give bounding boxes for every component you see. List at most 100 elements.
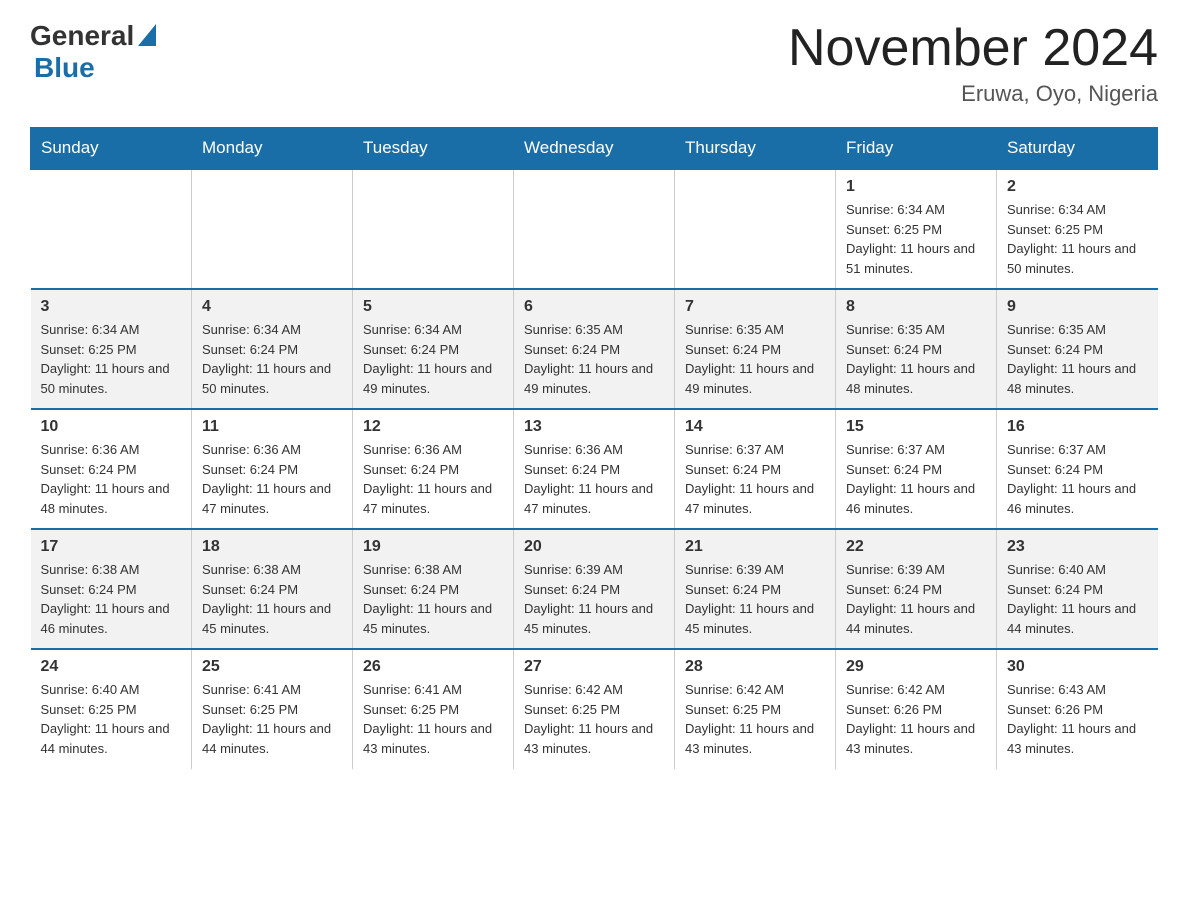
header-tuesday: Tuesday bbox=[353, 128, 514, 170]
calendar-body: 1 Sunrise: 6:34 AM Sunset: 6:25 PM Daylig… bbox=[31, 169, 1158, 769]
header-monday: Monday bbox=[192, 128, 353, 170]
day-number: 14 bbox=[685, 418, 825, 436]
day-info: Sunrise: 6:36 AM Sunset: 6:24 PM Dayligh… bbox=[363, 440, 503, 518]
day-info: Sunrise: 6:42 AM Sunset: 6:25 PM Dayligh… bbox=[524, 680, 664, 758]
day-info: Sunrise: 6:35 AM Sunset: 6:24 PM Dayligh… bbox=[1007, 320, 1148, 398]
calendar-week-row: 24 Sunrise: 6:40 AM Sunset: 6:25 PM Dayli… bbox=[31, 649, 1158, 769]
day-number: 21 bbox=[685, 538, 825, 556]
logo-text-general: General bbox=[30, 20, 134, 52]
day-info: Sunrise: 6:37 AM Sunset: 6:24 PM Dayligh… bbox=[685, 440, 825, 518]
day-info: Sunrise: 6:43 AM Sunset: 6:26 PM Dayligh… bbox=[1007, 680, 1148, 758]
day-number: 4 bbox=[202, 298, 342, 316]
day-info: Sunrise: 6:38 AM Sunset: 6:24 PM Dayligh… bbox=[41, 560, 182, 638]
calendar-cell: 23 Sunrise: 6:40 AM Sunset: 6:24 PM Dayli… bbox=[997, 529, 1158, 649]
calendar-cell bbox=[192, 169, 353, 289]
logo-triangle-icon bbox=[138, 24, 156, 46]
calendar-week-row: 1 Sunrise: 6:34 AM Sunset: 6:25 PM Daylig… bbox=[31, 169, 1158, 289]
day-info: Sunrise: 6:40 AM Sunset: 6:25 PM Dayligh… bbox=[41, 680, 182, 758]
day-number: 28 bbox=[685, 658, 825, 676]
calendar-cell: 4 Sunrise: 6:34 AM Sunset: 6:24 PM Daylig… bbox=[192, 289, 353, 409]
day-info: Sunrise: 6:35 AM Sunset: 6:24 PM Dayligh… bbox=[846, 320, 986, 398]
calendar-cell: 27 Sunrise: 6:42 AM Sunset: 6:25 PM Dayli… bbox=[514, 649, 675, 769]
calendar-cell: 20 Sunrise: 6:39 AM Sunset: 6:24 PM Dayli… bbox=[514, 529, 675, 649]
calendar-header: Sunday Monday Tuesday Wednesday Thursday… bbox=[31, 128, 1158, 170]
day-info: Sunrise: 6:38 AM Sunset: 6:24 PM Dayligh… bbox=[202, 560, 342, 638]
calendar-week-row: 17 Sunrise: 6:38 AM Sunset: 6:24 PM Dayli… bbox=[31, 529, 1158, 649]
day-number: 23 bbox=[1007, 538, 1148, 556]
day-info: Sunrise: 6:35 AM Sunset: 6:24 PM Dayligh… bbox=[685, 320, 825, 398]
calendar-cell bbox=[514, 169, 675, 289]
calendar-cell: 21 Sunrise: 6:39 AM Sunset: 6:24 PM Dayli… bbox=[675, 529, 836, 649]
day-number: 17 bbox=[41, 538, 182, 556]
day-number: 10 bbox=[41, 418, 182, 436]
day-info: Sunrise: 6:37 AM Sunset: 6:24 PM Dayligh… bbox=[846, 440, 986, 518]
day-info: Sunrise: 6:39 AM Sunset: 6:24 PM Dayligh… bbox=[846, 560, 986, 638]
calendar-cell: 2Sunrise: 6:34 AM Sunset: 6:25 PM Daylig… bbox=[997, 169, 1158, 289]
day-info: Sunrise: 6:40 AM Sunset: 6:24 PM Dayligh… bbox=[1007, 560, 1148, 638]
day-info: Sunrise: 6:41 AM Sunset: 6:25 PM Dayligh… bbox=[363, 680, 503, 758]
calendar-cell: 30 Sunrise: 6:43 AM Sunset: 6:26 PM Dayli… bbox=[997, 649, 1158, 769]
header-friday: Friday bbox=[836, 128, 997, 170]
day-info: Sunrise: 6:41 AM Sunset: 6:25 PM Dayligh… bbox=[202, 680, 342, 758]
day-number: 15 bbox=[846, 418, 986, 436]
header-saturday: Saturday bbox=[997, 128, 1158, 170]
day-info: Sunrise: 6:39 AM Sunset: 6:24 PM Dayligh… bbox=[685, 560, 825, 638]
calendar-cell: 1 Sunrise: 6:34 AM Sunset: 6:25 PM Daylig… bbox=[836, 169, 997, 289]
calendar-cell: 24 Sunrise: 6:40 AM Sunset: 6:25 PM Dayli… bbox=[31, 649, 192, 769]
calendar-cell: 18 Sunrise: 6:38 AM Sunset: 6:24 PM Dayli… bbox=[192, 529, 353, 649]
calendar-week-row: 3Sunrise: 6:34 AM Sunset: 6:25 PM Daylig… bbox=[31, 289, 1158, 409]
day-number: 30 bbox=[1007, 658, 1148, 676]
calendar-cell: 6Sunrise: 6:35 AM Sunset: 6:24 PM Daylig… bbox=[514, 289, 675, 409]
calendar-week-row: 10 Sunrise: 6:36 AM Sunset: 6:24 PM Dayli… bbox=[31, 409, 1158, 529]
day-number: 8 bbox=[846, 298, 986, 316]
day-number: 16 bbox=[1007, 418, 1148, 436]
day-number: 27 bbox=[524, 658, 664, 676]
day-info: Sunrise: 6:36 AM Sunset: 6:24 PM Dayligh… bbox=[202, 440, 342, 518]
location-label: Eruwa, Oyo, Nigeria bbox=[788, 81, 1158, 107]
day-number: 12 bbox=[363, 418, 503, 436]
day-info: Sunrise: 6:36 AM Sunset: 6:24 PM Dayligh… bbox=[41, 440, 182, 518]
day-info: Sunrise: 6:42 AM Sunset: 6:25 PM Dayligh… bbox=[685, 680, 825, 758]
day-number: 6 bbox=[524, 298, 664, 316]
calendar-cell: 8 Sunrise: 6:35 AM Sunset: 6:24 PM Daylig… bbox=[836, 289, 997, 409]
calendar-cell: 15 Sunrise: 6:37 AM Sunset: 6:24 PM Dayli… bbox=[836, 409, 997, 529]
calendar-cell: 28 Sunrise: 6:42 AM Sunset: 6:25 PM Dayli… bbox=[675, 649, 836, 769]
title-section: November 2024 Eruwa, Oyo, Nigeria bbox=[788, 20, 1158, 107]
day-info: Sunrise: 6:34 AM Sunset: 6:25 PM Dayligh… bbox=[1007, 200, 1148, 278]
day-info: Sunrise: 6:34 AM Sunset: 6:25 PM Dayligh… bbox=[846, 200, 986, 278]
day-number: 1 bbox=[846, 178, 986, 196]
day-info: Sunrise: 6:39 AM Sunset: 6:24 PM Dayligh… bbox=[524, 560, 664, 638]
day-number: 29 bbox=[846, 658, 986, 676]
month-title: November 2024 bbox=[788, 20, 1158, 77]
day-info: Sunrise: 6:37 AM Sunset: 6:24 PM Dayligh… bbox=[1007, 440, 1148, 518]
calendar-cell: 13Sunrise: 6:36 AM Sunset: 6:24 PM Dayli… bbox=[514, 409, 675, 529]
calendar-cell: 26Sunrise: 6:41 AM Sunset: 6:25 PM Dayli… bbox=[353, 649, 514, 769]
day-info: Sunrise: 6:34 AM Sunset: 6:24 PM Dayligh… bbox=[363, 320, 503, 398]
day-number: 5 bbox=[363, 298, 503, 316]
logo: General Blue bbox=[30, 20, 156, 84]
calendar-cell: 16 Sunrise: 6:37 AM Sunset: 6:24 PM Dayli… bbox=[997, 409, 1158, 529]
day-info: Sunrise: 6:34 AM Sunset: 6:24 PM Dayligh… bbox=[202, 320, 342, 398]
calendar-cell: 10 Sunrise: 6:36 AM Sunset: 6:24 PM Dayli… bbox=[31, 409, 192, 529]
day-info: Sunrise: 6:42 AM Sunset: 6:26 PM Dayligh… bbox=[846, 680, 986, 758]
day-number: 9 bbox=[1007, 298, 1148, 316]
calendar-cell: 12 Sunrise: 6:36 AM Sunset: 6:24 PM Dayli… bbox=[353, 409, 514, 529]
day-number: 11 bbox=[202, 418, 342, 436]
calendar-cell: 22Sunrise: 6:39 AM Sunset: 6:24 PM Dayli… bbox=[836, 529, 997, 649]
page-header: General Blue November 2024 Eruwa, Oyo, N… bbox=[30, 20, 1158, 107]
day-number: 13 bbox=[524, 418, 664, 436]
calendar-cell: 11 Sunrise: 6:36 AM Sunset: 6:24 PM Dayli… bbox=[192, 409, 353, 529]
day-number: 25 bbox=[202, 658, 342, 676]
calendar-cell bbox=[31, 169, 192, 289]
day-number: 19 bbox=[363, 538, 503, 556]
calendar-table: Sunday Monday Tuesday Wednesday Thursday… bbox=[30, 127, 1158, 769]
calendar-cell: 14 Sunrise: 6:37 AM Sunset: 6:24 PM Dayli… bbox=[675, 409, 836, 529]
logo-text-blue: Blue bbox=[34, 52, 95, 84]
header-thursday: Thursday bbox=[675, 128, 836, 170]
day-number: 20 bbox=[524, 538, 664, 556]
day-number: 24 bbox=[41, 658, 182, 676]
header-sunday: Sunday bbox=[31, 128, 192, 170]
day-number: 18 bbox=[202, 538, 342, 556]
calendar-cell: 5 Sunrise: 6:34 AM Sunset: 6:24 PM Daylig… bbox=[353, 289, 514, 409]
day-info: Sunrise: 6:34 AM Sunset: 6:25 PM Dayligh… bbox=[41, 320, 182, 398]
